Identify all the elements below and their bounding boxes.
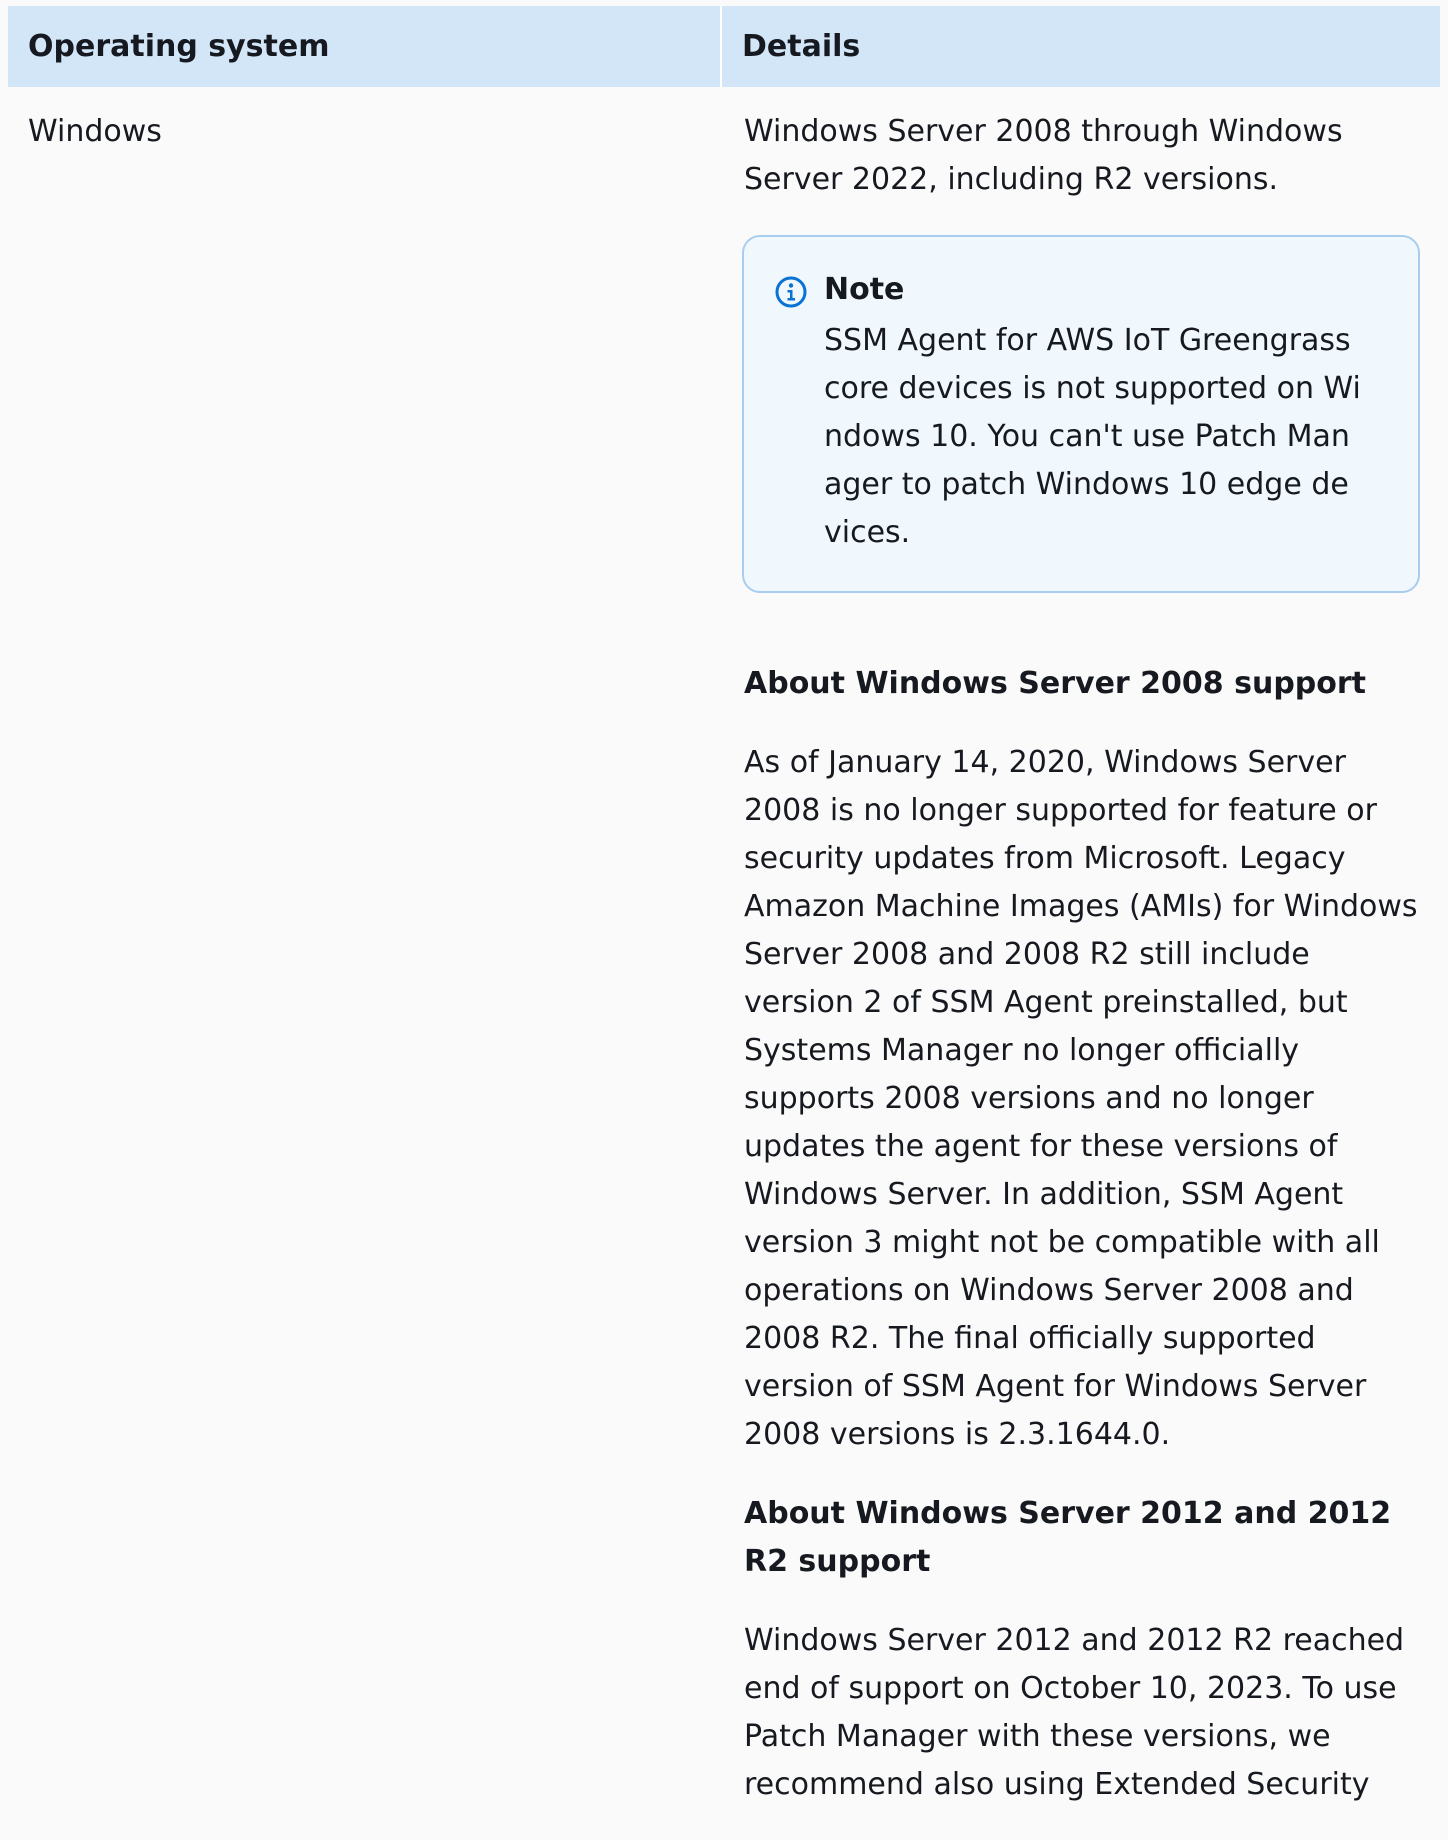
table-row: Windows Windows Server 2008 through Wind… — [8, 87, 1440, 1840]
os-name: Windows — [28, 114, 162, 149]
cell-details: Windows Server 2008 through Windows Serv… — [724, 87, 1424, 1840]
column-header-details: Details — [742, 29, 861, 64]
table-header-row: Operating system Details — [8, 6, 1440, 87]
cell-operating-system: Windows — [8, 87, 724, 1840]
windows-2012-support-body: Windows Server 2012 and 2012 R2 reached … — [744, 1623, 1405, 1802]
heading-windows-2012-support: About Windows Server 2012 and 2012 R2 su… — [744, 1496, 1392, 1579]
note-header: Note — [774, 267, 1388, 313]
heading-windows-2008-support: About Windows Server 2008 support — [744, 666, 1367, 701]
details-intro: Windows Server 2008 through Windows Serv… — [744, 114, 1343, 197]
info-icon — [775, 276, 807, 308]
os-support-table: Operating system Details Windows Windows… — [8, 6, 1440, 1840]
windows-2008-support-body: As of January 14, 2020, Windows Server 2… — [744, 745, 1418, 1452]
note-title: Note — [824, 272, 905, 307]
column-header-operating-system: Operating system — [8, 6, 722, 87]
note-callout: Note SSM Agent for AWS IoT Greengrass co… — [742, 235, 1420, 593]
note-body: SSM Agent for AWS IoT Greengrass core de… — [824, 323, 1361, 550]
